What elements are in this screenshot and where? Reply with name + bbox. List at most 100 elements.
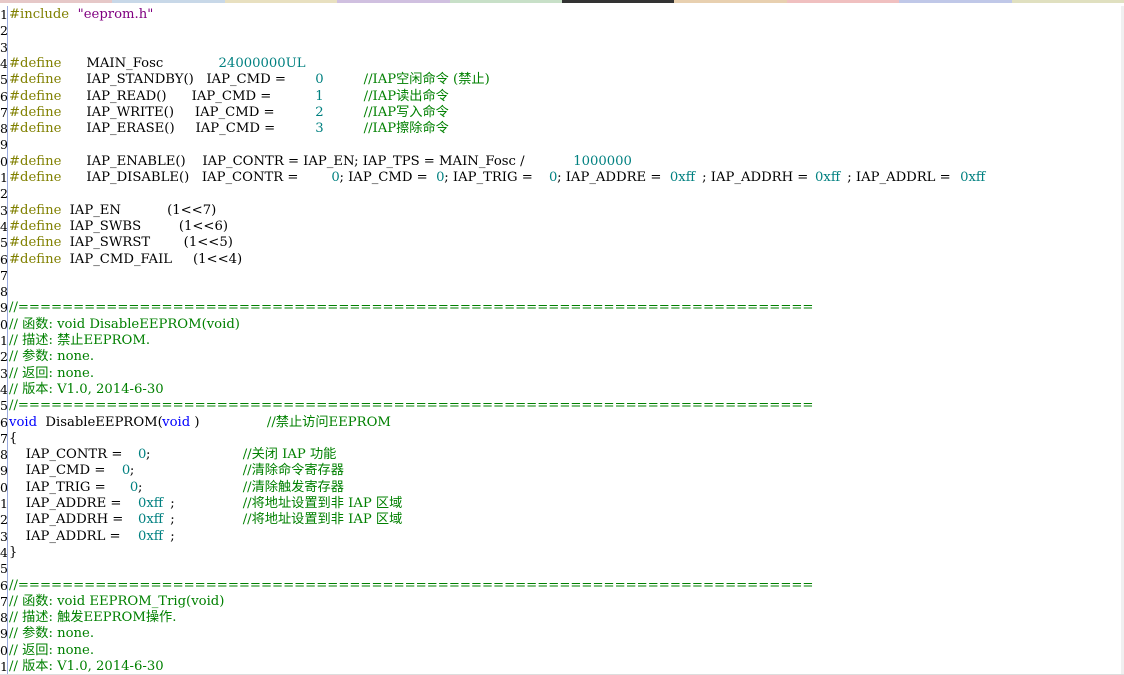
code-text: ;	[170, 528, 175, 544]
code-number: 24000000UL	[218, 55, 306, 71]
code-comment: //将地址设置到非 IAP 区域	[242, 496, 403, 511]
line-number: 2	[0, 512, 7, 528]
code-directive: #define	[9, 88, 62, 104]
code-comment: // 版本: V1.0, 2014-6-30	[9, 659, 164, 674]
editor-tab[interactable]	[337, 0, 450, 3]
code-directive: #define	[9, 170, 62, 185]
code-directive: #define	[9, 72, 62, 88]
editor-tab[interactable]	[449, 0, 563, 3]
code-number: 0xff	[137, 528, 164, 544]
code-text: IAP_READ() IAP_CMD =	[65, 88, 276, 104]
code-directive: #define	[9, 55, 62, 71]
line-number: 4	[0, 218, 7, 234]
line-number: 0	[0, 479, 7, 495]
code-text: IAP_ADDRL =	[9, 528, 125, 544]
editor-tab[interactable]	[562, 0, 675, 3]
line-number: 2	[0, 349, 7, 365]
line-number: 9	[0, 626, 7, 642]
code-directive: #define	[9, 202, 62, 218]
line-number: 9	[0, 463, 7, 479]
code-text: ;	[146, 447, 197, 463]
code-comment: // 返回: none.	[9, 365, 95, 381]
code-number: 0xff	[137, 496, 164, 511]
code-comment: //将地址设置到非 IAP 区域	[242, 512, 403, 528]
code-text: ; IAP_ADDRE =	[557, 170, 666, 185]
code-text: IAP_SWRST (1<<5)	[65, 235, 233, 251]
code-text: )	[194, 414, 234, 430]
code-comment: //IAP擦除命令	[363, 121, 449, 137]
line-number: 1	[0, 496, 7, 511]
line-number: 4	[0, 544, 7, 560]
line-number: 7	[0, 267, 7, 283]
line-number: 3	[0, 39, 7, 55]
line-number: 7	[0, 104, 7, 120]
line-number: 4	[0, 381, 7, 397]
line-number: 5	[0, 398, 7, 414]
editor-tab[interactable]	[0, 0, 113, 3]
code-comment: //======================================…	[9, 398, 814, 414]
code-directive: #define	[9, 153, 62, 169]
line-number: 3	[0, 202, 7, 218]
code-comment: // 函数: void DisableEEPROM(void)	[9, 316, 240, 332]
code-comment: //IAP写入命令	[363, 104, 449, 120]
line-number: 1	[0, 333, 7, 348]
code-directive: #define	[9, 121, 62, 137]
code-text: DisableEEPROM(	[41, 414, 163, 430]
editor-tab[interactable]	[1011, 0, 1124, 3]
code-comment: //IAP读出命令	[363, 88, 449, 104]
line-number: 3	[0, 528, 7, 544]
line-number: 8	[0, 447, 7, 463]
code-text: ; IAP_ADDRL =	[847, 170, 955, 185]
code-text: ;	[137, 479, 193, 495]
code-comment: //IAP空闲命令 (禁止)	[363, 72, 490, 88]
code-comment: // 描述: 禁止EEPROM.	[9, 333, 151, 348]
code-editor[interactable]: #include "eeprom.h" #define MAIN_Fosc 240…	[9, 6, 1121, 675]
editor-tab-strip[interactable]	[0, 0, 1124, 3]
editor-tab[interactable]	[899, 0, 1012, 3]
code-number: 1000000	[573, 153, 632, 169]
code-text: ;	[170, 496, 209, 511]
editor-tab[interactable]	[786, 0, 900, 3]
line-number: 5	[0, 72, 7, 88]
code-text: ;	[170, 512, 209, 528]
line-number: 0	[0, 642, 7, 658]
code-text: {	[9, 430, 18, 446]
code-comment: //关闭 IAP 功能	[242, 447, 337, 463]
code-text: IAP_CONTR =	[9, 447, 127, 463]
line-number: 6	[0, 88, 7, 104]
code-text: ; IAP_TRIG =	[444, 170, 537, 185]
line-number: 9	[0, 137, 7, 153]
code-comment: // 参数: none.	[9, 349, 95, 365]
code-comment: // 返回: none.	[9, 642, 95, 658]
line-number: 7	[0, 593, 7, 609]
line-number: 3	[0, 365, 7, 381]
code-keyword: void	[9, 414, 38, 430]
code-number: 0xff	[137, 512, 164, 528]
code-text: ; IAP_ADDRH =	[702, 170, 813, 185]
editor-tab[interactable]	[112, 0, 225, 3]
code-comment: //======================================…	[9, 577, 814, 593]
code-text: IAP_DISABLE() IAP_CONTR =	[65, 170, 303, 185]
editor-tab[interactable]	[674, 0, 787, 3]
code-text: IAP_CMD_FAIL (1<<4)	[65, 251, 243, 267]
code-keyword: void	[162, 414, 191, 430]
code-number: 0xff	[669, 170, 696, 185]
code-comment: //======================================…	[9, 300, 814, 316]
code-directive: #define	[9, 104, 62, 120]
line-number-gutter: 1234567890123456789012345678901234567890…	[0, 6, 7, 675]
code-comment: //清除命令寄存器	[242, 463, 344, 479]
line-number: 1	[0, 7, 7, 22]
line-number: 6	[0, 251, 7, 267]
code-text: IAP_ENABLE() IAP_CONTR = IAP_EN; IAP_TPS…	[65, 153, 529, 169]
code-text: }	[9, 544, 18, 560]
code-directive: #define	[9, 218, 62, 234]
code-number: 0xff	[960, 170, 986, 185]
code-comment: // 描述: 触发EEPROM操作.	[9, 610, 177, 626]
editor-tab[interactable]	[224, 0, 338, 3]
code-text: IAP_TRIG =	[9, 479, 110, 495]
code-directive: #include	[9, 7, 70, 22]
